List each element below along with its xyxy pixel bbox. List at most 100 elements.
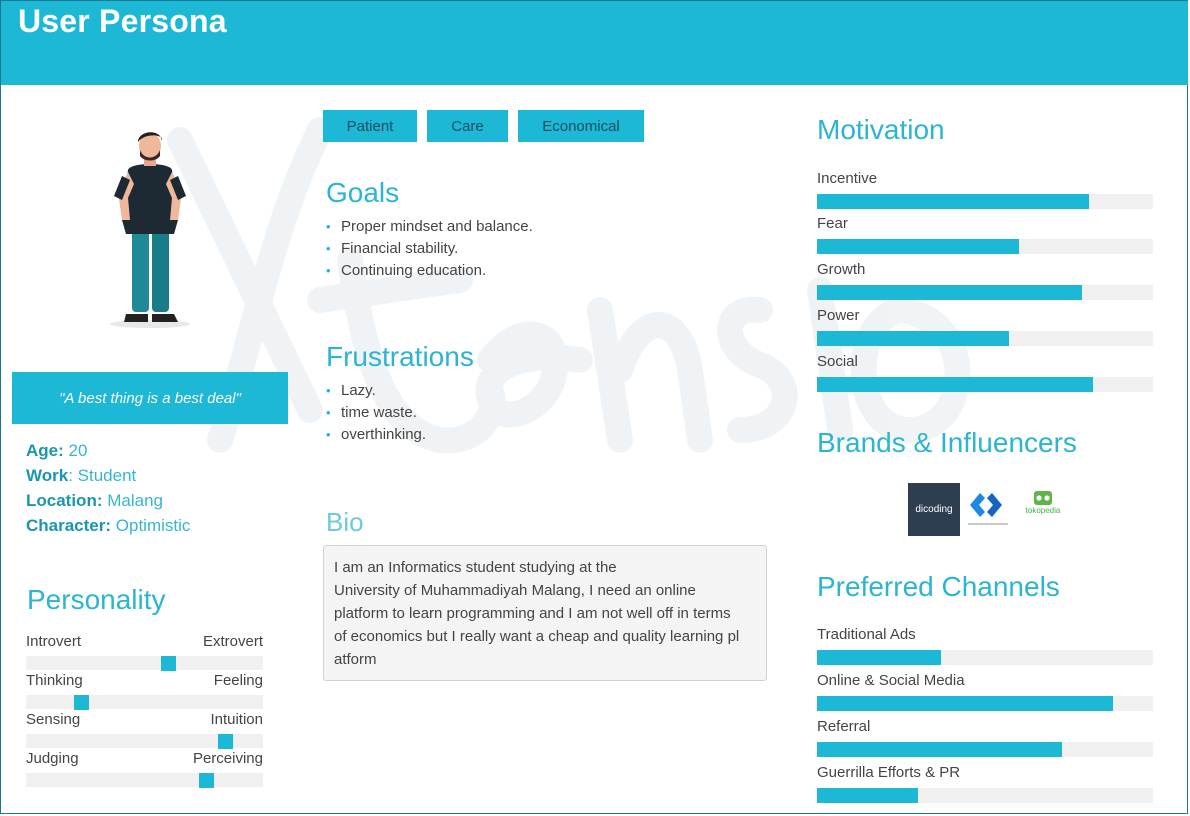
page-title: User Persona: [18, 3, 227, 39]
channel-row: Guerrilla Efforts & PR: [817, 764, 1153, 803]
trait-left-label: Judging: [26, 750, 79, 767]
motivation-bar: [817, 239, 1019, 254]
motivation-bar: [817, 194, 1090, 209]
tokopedia-logo: tokopedia: [1026, 491, 1061, 515]
personality-trait: Sensing Intuition: [26, 711, 263, 749]
goals-list: Proper mindset and balance. Financial st…: [326, 216, 533, 282]
frustrations-list: Lazy. time waste. overthinking.: [326, 380, 426, 446]
bio-line: atform: [334, 651, 377, 668]
bio-line: I am an Informatics student studying at …: [334, 559, 617, 576]
channels-title: Preferred Channels: [817, 571, 1060, 602]
channel-bar: [817, 742, 1063, 757]
coding-brand-logo: [968, 493, 1008, 525]
header-bar: User Persona: [1, 1, 1188, 85]
location-row: Location: Malang: [26, 491, 163, 511]
trait-right-label: Intuition: [210, 711, 263, 728]
motivation-track: [817, 239, 1153, 254]
age-label: Age:: [26, 441, 64, 460]
brand-logos: dicoding tokopedia: [908, 483, 1061, 536]
motivation-row: Incentive: [817, 170, 1153, 209]
trait-right-label: Extrovert: [202, 633, 263, 650]
trait-slider-track: [26, 734, 263, 749]
bio-line: of economics but I really want a cheap a…: [334, 628, 740, 645]
motivation-title: Motivation: [817, 114, 945, 145]
motivation-bar: [817, 331, 1009, 346]
trait-slider-knob[interactable]: [199, 773, 215, 788]
bio-line: platform to learn programming and I am n…: [334, 605, 731, 622]
frustrations-title: Frustrations: [326, 341, 474, 372]
tokopedia-logo-text: tokopedia: [1026, 506, 1061, 515]
motivation-row: Fear: [817, 215, 1153, 254]
trait-slider-track: [26, 656, 263, 671]
motivation-bar: [817, 285, 1083, 300]
channel-label: Referral: [817, 718, 871, 735]
personality-trait: Thinking Feeling: [26, 672, 263, 710]
motivation-label: Incentive: [817, 170, 878, 187]
channel-row: Traditional Ads: [817, 626, 1153, 665]
channel-track: [817, 788, 1153, 803]
list-item: Proper mindset and balance.: [326, 216, 533, 238]
tag-care[interactable]: Care: [427, 110, 508, 142]
channel-row: Referral: [817, 718, 1153, 757]
location-value: Malang: [107, 491, 163, 510]
motivation-row: Power: [817, 307, 1153, 346]
motivation-track: [817, 331, 1153, 346]
bio-line: University of Muhammadiyah Malang, I nee…: [334, 582, 696, 599]
motivation-label: Growth: [817, 261, 866, 278]
work-label: Work: [26, 466, 69, 485]
personality-title: Personality: [27, 584, 166, 615]
tag-economical[interactable]: Economical: [518, 110, 644, 142]
work-value: Student: [77, 466, 137, 485]
persona-quote: "A best thing is a best deal": [12, 372, 288, 424]
channel-bar: [817, 788, 918, 803]
tag-patient[interactable]: Patient: [323, 110, 417, 142]
motivation-label: Social: [817, 353, 858, 370]
bio-text-box[interactable]: I am an Informatics student studying at …: [323, 545, 767, 681]
work-row: Work: Student: [26, 466, 137, 485]
channel-label: Online & Social Media: [817, 672, 965, 689]
motivation-row: Growth: [817, 261, 1153, 300]
brands-title: Brands & Influencers: [817, 427, 1077, 458]
motivation-label: Power: [817, 307, 860, 324]
trait-slider-knob[interactable]: [218, 734, 234, 749]
motivation-track: [817, 285, 1153, 300]
list-item: Financial stability.: [326, 238, 533, 260]
goals-title: Goals: [326, 177, 400, 208]
trait-left-label: Sensing: [26, 711, 81, 728]
channel-bar: [817, 696, 1113, 711]
channel-label: Traditional Ads: [817, 626, 916, 643]
motivation-label: Fear: [817, 215, 848, 232]
trait-right-label: Feeling: [213, 672, 263, 689]
personality-trait: Introvert Extrovert: [26, 633, 263, 671]
location-label: Location:: [26, 491, 103, 510]
trait-slider-track: [26, 695, 263, 710]
list-item: Lazy.: [326, 380, 426, 402]
character-label: Character:: [26, 516, 112, 535]
personality-trait: Judging Perceiving: [26, 750, 263, 788]
channel-track: [817, 742, 1153, 757]
trait-slider-knob[interactable]: [73, 695, 89, 710]
bio-title: Bio: [326, 507, 364, 537]
persona-avatar-illustration: [110, 132, 190, 328]
list-item: overthinking.: [326, 424, 426, 446]
trait-slider-knob[interactable]: [161, 656, 177, 671]
channel-row: Online & Social Media: [817, 672, 1153, 711]
trait-right-label: Perceiving: [192, 750, 263, 767]
trait-left-label: Thinking: [26, 672, 83, 689]
list-item: time waste.: [326, 402, 426, 424]
character-row: Character: Optimistic: [26, 516, 190, 536]
motivation-bar: [817, 377, 1093, 392]
age-value: 20: [68, 441, 88, 460]
channel-bar: [817, 650, 942, 665]
motivation-track: [817, 194, 1153, 209]
motivation-row: Social: [817, 353, 1153, 392]
dicoding-logo-text: dicoding: [915, 504, 952, 515]
list-item: Continuing education.: [326, 260, 533, 282]
trait-left-label: Introvert: [26, 633, 82, 650]
motivation-track: [817, 377, 1153, 392]
channel-label: Guerrilla Efforts & PR: [817, 764, 961, 781]
dicoding-logo: dicoding: [908, 483, 960, 536]
trait-slider-track: [26, 773, 263, 788]
age-row: Age: 20: [26, 441, 87, 461]
character-value: Optimistic: [115, 516, 191, 535]
